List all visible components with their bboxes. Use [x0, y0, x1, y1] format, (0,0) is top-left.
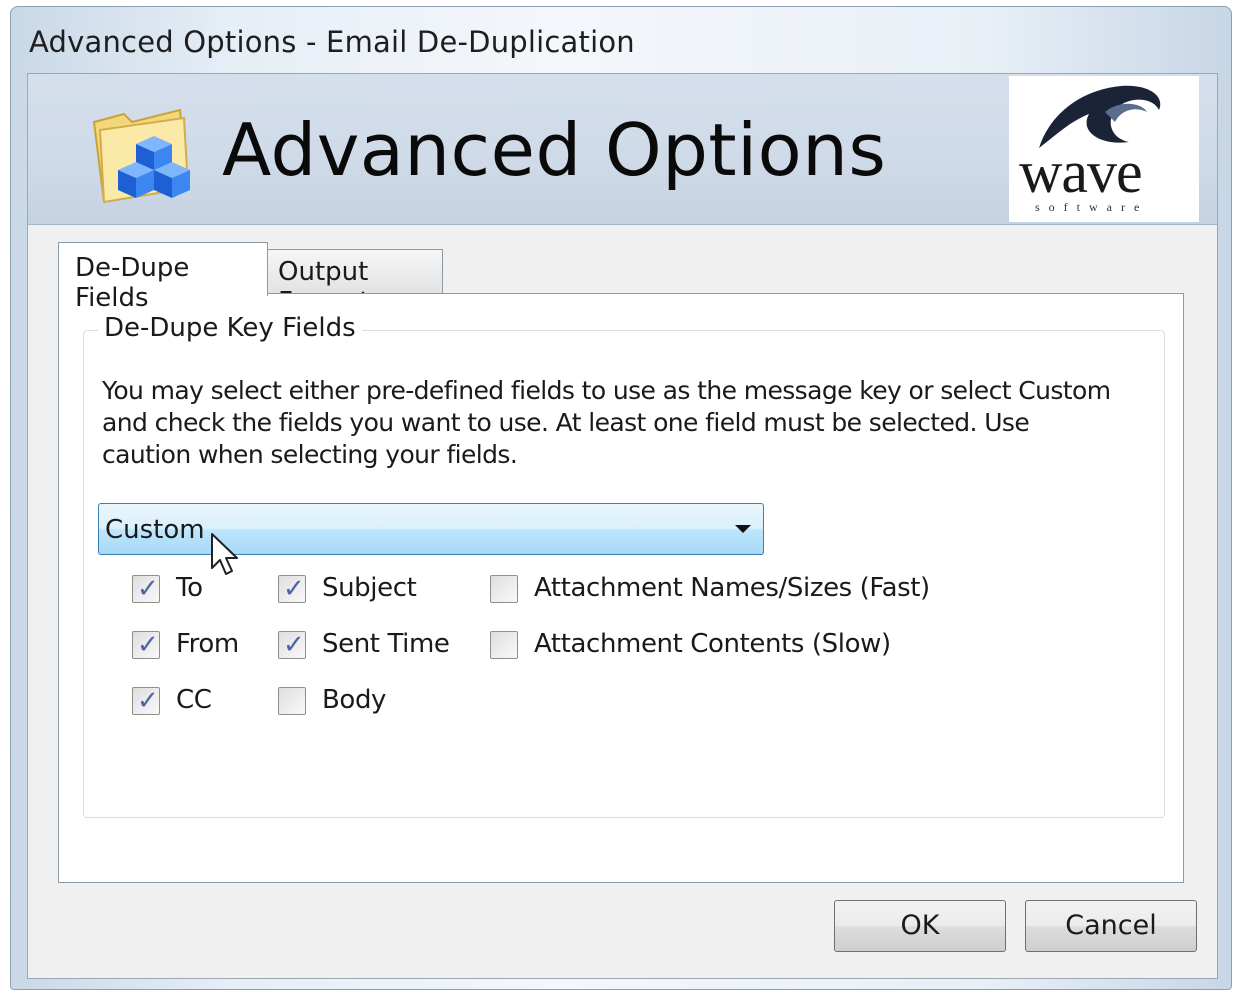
checkbox-box[interactable] — [278, 687, 306, 715]
dialog-client-area: Advanced Options wave software De-Dupe F… — [27, 73, 1218, 979]
dropdown-value: Custom — [105, 515, 205, 545]
checkbox-label: Body — [322, 685, 387, 715]
tab-de-dupe-fields[interactable]: De-Dupe Fields — [58, 242, 268, 313]
banner-title: Advanced Options — [222, 108, 887, 192]
checkbox-label: Attachment Contents (Slow) — [534, 629, 891, 659]
checkmark-icon: ✓ — [137, 630, 159, 660]
tab-panel-de-dupe-fields: De-Dupe Key Fields You may select either… — [58, 293, 1184, 883]
header-banner: Advanced Options wave software — [28, 74, 1217, 225]
mouse-pointer-icon — [211, 533, 238, 575]
checkbox-box[interactable] — [490, 575, 518, 603]
checkbox-label: Subject — [322, 573, 417, 603]
window-title: Advanced Options - Email De-Duplication — [29, 25, 635, 59]
checkbox-label: Sent Time — [322, 629, 450, 659]
checkmark-icon: ✓ — [137, 574, 159, 604]
checkbox-box[interactable]: ✓ — [132, 630, 160, 660]
logo-subtitle: software — [1035, 200, 1149, 214]
logo-wordmark: wave — [1019, 139, 1143, 205]
dialog-window: Advanced Options - Email De-Duplication — [10, 6, 1232, 990]
checkbox-box[interactable]: ✓ — [132, 686, 160, 716]
ok-button[interactable]: OK — [834, 900, 1006, 952]
de-dupe-key-fields-group: De-Dupe Key Fields You may select either… — [83, 313, 1165, 818]
checkmark-icon: ✓ — [283, 630, 305, 660]
wave-software-logo: wave software — [1009, 76, 1199, 222]
checkbox-box[interactable]: ✓ — [132, 574, 160, 604]
cancel-button[interactable]: Cancel — [1025, 900, 1197, 952]
checkbox-label: From — [176, 629, 239, 659]
tab-output-format[interactable]: Output Format — [267, 249, 443, 317]
checkbox-box[interactable] — [490, 631, 518, 659]
checkbox-label: Attachment Names/Sizes (Fast) — [534, 573, 930, 603]
checkbox-label: CC — [176, 685, 212, 715]
checkmark-icon: ✓ — [137, 686, 159, 716]
title-bar[interactable]: Advanced Options - Email De-Duplication — [11, 7, 1231, 73]
group-title: De-Dupe Key Fields — [98, 313, 362, 343]
checkbox-label: To — [176, 573, 203, 603]
group-description: You may select either pre-defined fields… — [102, 376, 1111, 469]
key-preset-dropdown[interactable]: Custom — [98, 503, 764, 555]
checkbox-box[interactable]: ✓ — [278, 574, 306, 604]
folder-cubes-icon — [92, 108, 190, 204]
chevron-down-icon[interactable] — [735, 525, 751, 533]
checkmark-icon: ✓ — [283, 574, 305, 604]
checkbox-box[interactable]: ✓ — [278, 630, 306, 660]
